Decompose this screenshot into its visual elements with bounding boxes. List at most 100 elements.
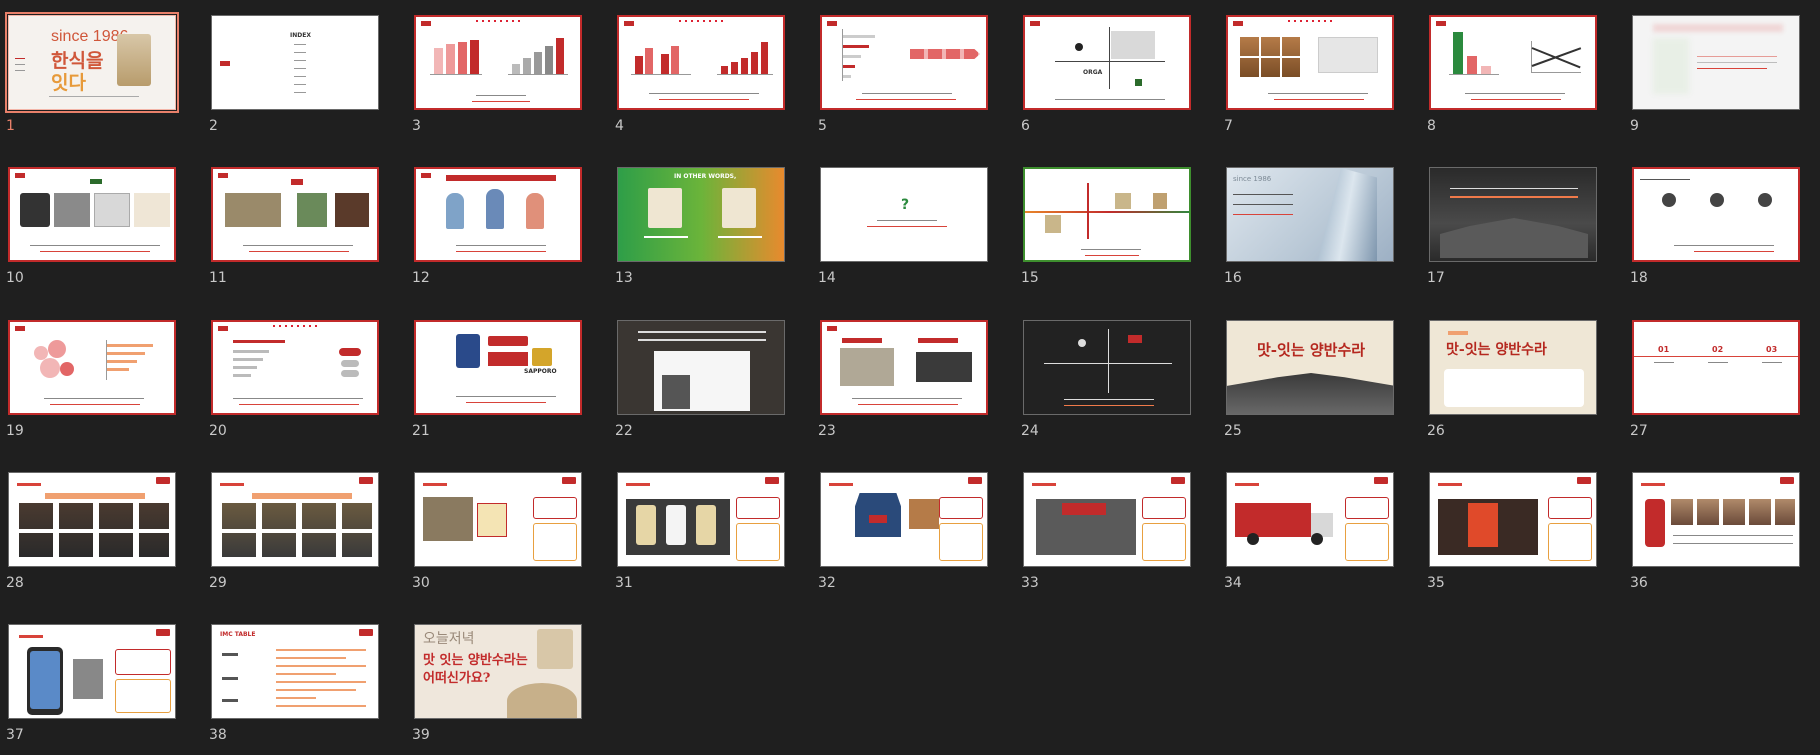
- slide-cell[interactable]: 01 02 03 27: [1624, 305, 1806, 445]
- slide-thumbnail[interactable]: [1023, 167, 1191, 262]
- caption-line: [1081, 249, 1141, 250]
- slide-thumbnail[interactable]: IMC TABLE: [211, 624, 379, 719]
- slide-cell[interactable]: 28: [0, 457, 182, 597]
- slide-cell[interactable]: 5: [812, 0, 994, 140]
- caption-line: [638, 331, 766, 333]
- slide-cell[interactable]: 15: [1015, 152, 1197, 292]
- logo-tag: [156, 629, 170, 636]
- slide-cell[interactable]: 29: [203, 457, 385, 597]
- slide-thumbnail[interactable]: [820, 472, 988, 567]
- slide-thumbnail[interactable]: since 1986 한식을 잇다: [5, 12, 179, 113]
- slide-cell[interactable]: 18: [1624, 152, 1806, 292]
- comic-image: [94, 193, 130, 227]
- slide-thumbnail[interactable]: [414, 167, 582, 262]
- slide-thumbnail[interactable]: [8, 624, 176, 719]
- slide-cell[interactable]: 22: [609, 305, 791, 445]
- slide-cell[interactable]: 35: [1421, 457, 1603, 597]
- slide-cell[interactable]: 30: [406, 457, 588, 597]
- slide-thumbnail[interactable]: [617, 15, 785, 110]
- step-number: 03: [1766, 345, 1778, 354]
- slide-thumbnail[interactable]: [414, 472, 582, 567]
- slide-cell[interactable]: 37: [0, 609, 182, 749]
- slide-thumbnail[interactable]: ORGA: [1023, 15, 1191, 110]
- line-chart: [1531, 41, 1582, 73]
- food-bowl-image: [507, 683, 577, 718]
- slide-thumbnail[interactable]: 오늘저녁 맛 잇는 양반수라는 어떠신가요?: [414, 624, 582, 719]
- slide-cell[interactable]: since 1986 16: [1218, 152, 1400, 292]
- slide-cell[interactable]: 7: [1218, 0, 1400, 140]
- slide-cell[interactable]: 맛-잇는 양반수라 25: [1218, 305, 1400, 445]
- slide-cell[interactable]: 8: [1421, 0, 1603, 140]
- slide-cell[interactable]: ORGA 6: [1015, 0, 1197, 140]
- slide-cell[interactable]: 20: [203, 305, 385, 445]
- slide-cell[interactable]: 19: [0, 305, 182, 445]
- slide-thumbnail[interactable]: 맛-잇는 양반수라: [1429, 320, 1597, 415]
- slide-cell[interactable]: 31: [609, 457, 791, 597]
- brand-dot: [1135, 79, 1142, 86]
- slide-thumbnail[interactable]: [820, 320, 988, 415]
- slide-cell[interactable]: 23: [812, 305, 994, 445]
- product-image: [648, 188, 682, 228]
- slide-thumbnail[interactable]: [1632, 472, 1800, 567]
- slide-thumbnail[interactable]: [1429, 167, 1597, 262]
- red-header-bar: [446, 175, 556, 181]
- slide-cell[interactable]: 4: [609, 0, 791, 140]
- slide-cell[interactable]: 맛-잇는 양반수라 26: [1421, 305, 1603, 445]
- slide-thumbnail[interactable]: [1632, 15, 1800, 110]
- caption-line: [243, 245, 353, 246]
- slide-cell[interactable]: 11: [203, 152, 385, 292]
- slide-cell[interactable]: 3: [406, 0, 588, 140]
- slide-cell[interactable]: 오늘저녁 맛 잇는 양반수라는 어떠신가요? 39: [406, 609, 588, 749]
- photo-grid: [19, 503, 169, 557]
- slide-cell[interactable]: 10: [0, 152, 182, 292]
- slide-cell[interactable]: 12: [406, 152, 588, 292]
- slide-thumbnail[interactable]: ?: [820, 167, 988, 262]
- slide-cell[interactable]: 33: [1015, 457, 1197, 597]
- slide-cell[interactable]: 17: [1421, 152, 1603, 292]
- caption-line: [466, 402, 546, 403]
- caption-line: [476, 95, 526, 96]
- slide-thumbnail[interactable]: [1226, 472, 1394, 567]
- slide-thumbnail[interactable]: [1023, 472, 1191, 567]
- logo-tag: [1030, 21, 1040, 26]
- slide-thumbnail[interactable]: [211, 472, 379, 567]
- slide-thumbnail[interactable]: [820, 15, 988, 110]
- slide-cell[interactable]: since 1986 한식을 잇다 1: [0, 0, 182, 140]
- slide-thumbnail[interactable]: [1429, 472, 1597, 567]
- slide-thumbnail[interactable]: [617, 472, 785, 567]
- slide-thumbnail[interactable]: INDEX: [211, 15, 379, 110]
- slide-thumbnail[interactable]: since 1986: [1226, 167, 1394, 262]
- slide-thumbnail[interactable]: 맛-잇는 양반수라: [1226, 320, 1394, 415]
- slide-cell[interactable]: 36: [1624, 457, 1806, 597]
- slide-thumbnail[interactable]: IN OTHER WORDS,: [617, 167, 785, 262]
- in-other-words-title: IN OTHER WORDS,: [674, 173, 737, 180]
- slide-thumbnail[interactable]: 01 02 03: [1632, 320, 1800, 415]
- slide-thumbnail[interactable]: [1632, 167, 1800, 262]
- slide-number: 8: [1427, 118, 1436, 134]
- slide-thumbnail[interactable]: [8, 320, 176, 415]
- slide-cell[interactable]: 9: [1624, 0, 1806, 140]
- gantt-chart: [222, 643, 372, 715]
- slide-thumbnail[interactable]: [1023, 320, 1191, 415]
- slide-cell[interactable]: IMC TABLE 38: [203, 609, 385, 749]
- slide-thumbnail[interactable]: [1429, 15, 1597, 110]
- slide-cell[interactable]: IN OTHER WORDS, 13: [609, 152, 791, 292]
- slide-cell[interactable]: 32: [812, 457, 994, 597]
- slide-thumbnail[interactable]: [211, 320, 379, 415]
- bar-chart-right: [508, 35, 568, 75]
- slide-cell[interactable]: 34: [1218, 457, 1400, 597]
- slide-thumbnail[interactable]: [8, 167, 176, 262]
- slide-thumbnail[interactable]: [211, 167, 379, 262]
- slide-cell[interactable]: 24: [1015, 305, 1197, 445]
- slide-thumbnail[interactable]: [617, 320, 785, 415]
- slide-thumbnail[interactable]: SAPPORO: [414, 320, 582, 415]
- section-title: [1438, 483, 1462, 486]
- slide-cell[interactable]: INDEX 2: [203, 0, 385, 140]
- slide-thumbnail[interactable]: [414, 15, 582, 110]
- slide-cell[interactable]: ? 14: [812, 152, 994, 292]
- slide-thumbnail[interactable]: [1226, 15, 1394, 110]
- info-box: [939, 523, 983, 561]
- slide-thumbnail[interactable]: [8, 472, 176, 567]
- text-panel: [1444, 369, 1584, 407]
- slide-cell[interactable]: SAPPORO 21: [406, 305, 588, 445]
